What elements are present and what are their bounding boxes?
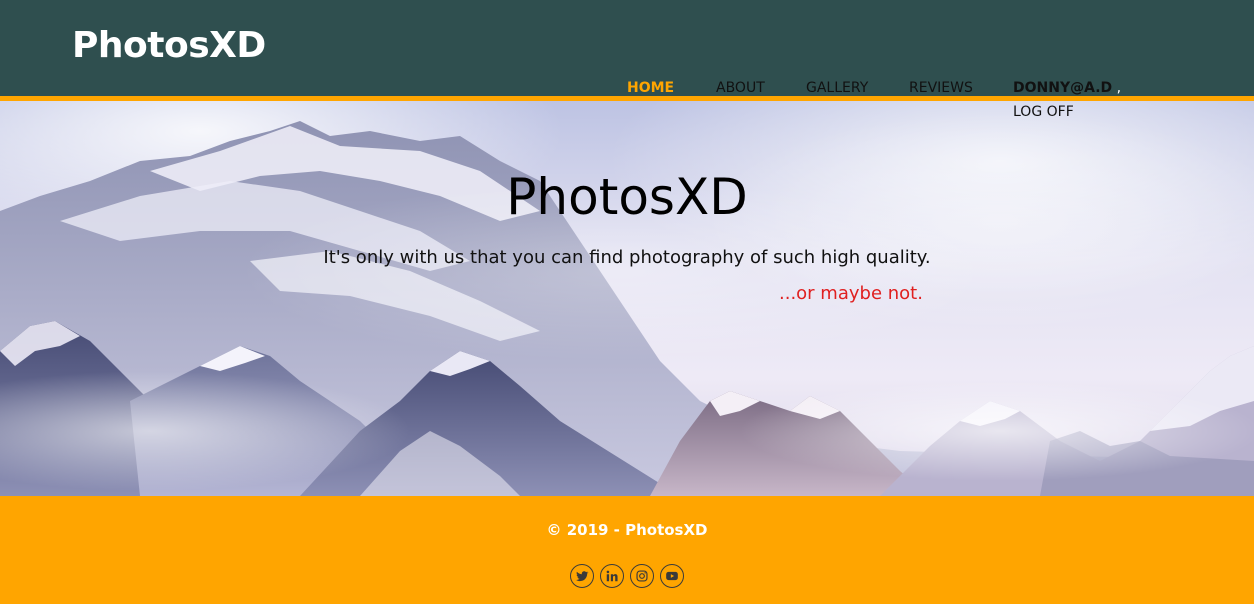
twitter-icon: [576, 571, 589, 582]
linkedin-icon: [606, 570, 618, 582]
copyright-text: © 2019 - PhotosXD: [546, 521, 708, 539]
social-links: [570, 564, 684, 588]
site-footer: © 2019 - PhotosXD: [0, 496, 1254, 604]
nav-reviews-link[interactable]: REVIEWS: [909, 79, 973, 97]
brand-logo-link[interactable]: PhotosXD: [72, 24, 266, 68]
linkedin-link[interactable]: [600, 564, 624, 588]
youtube-icon: [666, 571, 678, 581]
hero-banner: PhotosXD It's only with us that you can …: [0, 101, 1254, 496]
hero-tagline: It's only with us that you can find phot…: [323, 247, 931, 268]
hero-subtagline: ...or maybe not.: [779, 283, 923, 304]
page: PhotosXD HOME ABOUT GALLERY REVIEWS DONN…: [0, 0, 1254, 604]
youtube-link[interactable]: [660, 564, 684, 588]
instagram-link[interactable]: [630, 564, 654, 588]
snowy-mountains-image: [0, 111, 1254, 496]
main-nav: HOME ABOUT GALLERY REVIEWS DONNY@A.D , L…: [627, 79, 1187, 129]
instagram-icon: [636, 570, 648, 582]
user-name[interactable]: DONNY@A.D: [1013, 80, 1112, 96]
user-greeting: DONNY@A.D ,: [1013, 79, 1121, 97]
twitter-link[interactable]: [570, 564, 594, 588]
logoff-link[interactable]: LOG OFF: [1013, 103, 1074, 121]
nav-gallery-link[interactable]: GALLERY: [806, 79, 868, 97]
user-separator: ,: [1116, 80, 1122, 96]
hero-title: PhotosXD: [506, 168, 748, 226]
nav-about-link[interactable]: ABOUT: [716, 79, 765, 97]
nav-home-link[interactable]: HOME: [627, 79, 674, 97]
